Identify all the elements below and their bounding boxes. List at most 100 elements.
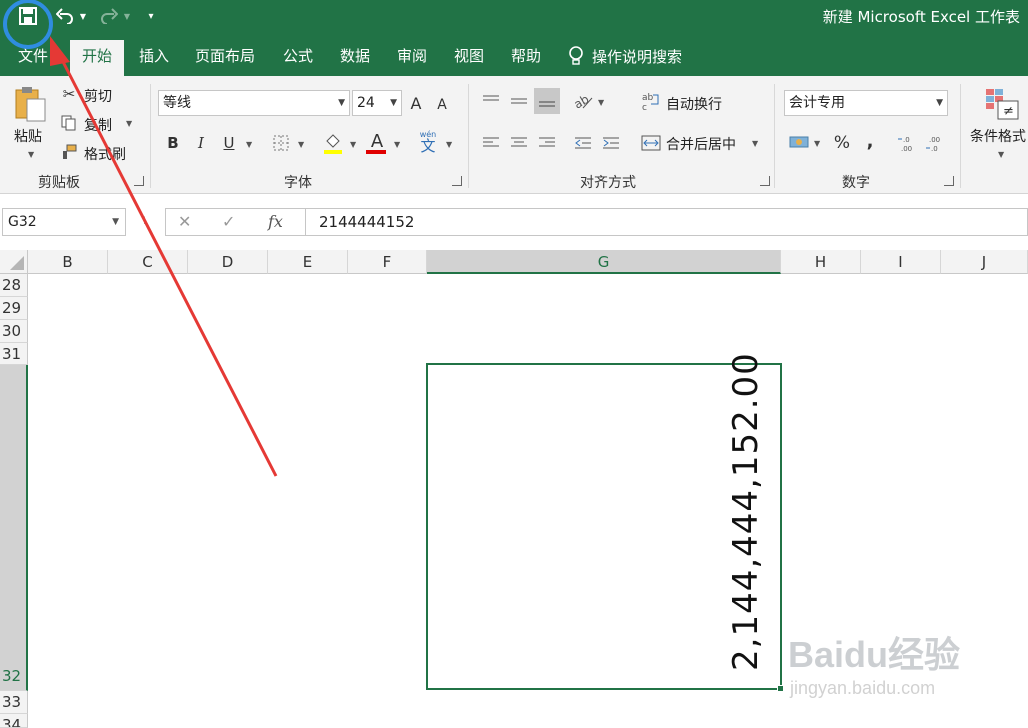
- paste-dropdown-icon[interactable]: ▼: [28, 150, 34, 159]
- align-center-icon[interactable]: [508, 132, 530, 154]
- grow-font-button[interactable]: A: [406, 92, 426, 114]
- svg-text:.00: .00: [901, 145, 912, 152]
- enter-icon[interactable]: ✓: [222, 209, 235, 235]
- name-box[interactable]: G32 ▼: [2, 208, 126, 236]
- phonetic-guide-button[interactable]: wén 文: [416, 128, 440, 156]
- font-color-dropdown-icon[interactable]: ▼: [394, 140, 400, 149]
- tab-data[interactable]: 数据: [328, 40, 382, 76]
- ribbon-separator: [150, 84, 151, 188]
- tab-page-layout[interactable]: 页面布局: [183, 40, 267, 76]
- svg-text:≠: ≠: [1003, 104, 1014, 119]
- formula-input[interactable]: 2144444152: [305, 208, 1028, 236]
- increase-decimal-icon[interactable]: .0.00: [896, 132, 920, 154]
- align-left-icon[interactable]: [480, 132, 502, 154]
- customize-quick-access-icon[interactable]: ▾: [144, 4, 158, 28]
- insert-function-icon[interactable]: fx: [268, 209, 283, 235]
- format-painter-icon[interactable]: [60, 142, 78, 162]
- format-painter-button[interactable]: 格式刷: [84, 144, 126, 164]
- increase-indent-icon[interactable]: [600, 132, 622, 154]
- phonetic-dropdown-icon[interactable]: ▼: [446, 140, 452, 149]
- row-header-28[interactable]: 28: [0, 274, 28, 297]
- cut-icon[interactable]: ✂: [60, 84, 78, 104]
- font-size-combo[interactable]: 24 ▼: [352, 90, 402, 116]
- tab-help[interactable]: 帮助: [499, 40, 553, 76]
- accounting-format-icon[interactable]: [788, 132, 810, 154]
- borders-dropdown-icon[interactable]: ▼: [298, 140, 304, 149]
- fill-handle[interactable]: [777, 685, 784, 692]
- bottom-align-icon[interactable]: [534, 88, 560, 114]
- clipboard-launcher-icon[interactable]: [134, 176, 144, 186]
- conditional-formatting-button[interactable]: 条件格式: [970, 126, 1026, 146]
- conditional-formatting-dropdown-icon[interactable]: ▼: [998, 150, 1004, 159]
- decrease-indent-icon[interactable]: [572, 132, 594, 154]
- align-right-icon[interactable]: [536, 132, 558, 154]
- column-header-c[interactable]: C: [108, 250, 188, 274]
- column-header-f[interactable]: F: [348, 250, 427, 274]
- fill-color-dropdown-icon[interactable]: ▼: [350, 140, 356, 149]
- undo-button[interactable]: [52, 4, 78, 28]
- font-name-combo[interactable]: 等线 ▼: [158, 90, 350, 116]
- copy-icon[interactable]: [60, 113, 78, 133]
- alignment-launcher-icon[interactable]: [760, 176, 770, 186]
- underline-dropdown-icon[interactable]: ▼: [246, 140, 252, 149]
- tab-insert[interactable]: 插入: [127, 40, 181, 76]
- excel-window: ▼ ▼ ▾ 新建 Microsoft Excel 工作表 文件 开始 插入 页面…: [0, 0, 1028, 728]
- column-header-h[interactable]: H: [781, 250, 861, 274]
- number-group-label: 数字: [842, 175, 870, 191]
- row-header-33[interactable]: 33: [0, 691, 28, 714]
- column-header-g[interactable]: G: [427, 250, 781, 274]
- row-header-30[interactable]: 30: [0, 320, 28, 343]
- font-launcher-icon[interactable]: [452, 176, 462, 186]
- select-all-corner[interactable]: [0, 250, 28, 274]
- merge-dropdown-icon[interactable]: ▼: [752, 139, 758, 148]
- orientation-icon[interactable]: ab: [572, 90, 594, 112]
- conditional-formatting-icon[interactable]: ≠: [982, 86, 1022, 124]
- italic-button[interactable]: I: [190, 132, 212, 154]
- tab-review[interactable]: 审阅: [385, 40, 439, 76]
- copy-dropdown-icon[interactable]: ▼: [126, 119, 132, 128]
- tell-me-search[interactable]: 操作说明搜索: [568, 40, 682, 72]
- decrease-decimal-icon[interactable]: .00.0: [924, 132, 948, 154]
- paste-icon[interactable]: [10, 84, 50, 124]
- ribbon-home: 粘贴 ▼ ✂ 剪切 复制 ▼ 格式刷 剪贴板 等线 ▼ 24 ▼ A A B I…: [0, 76, 1028, 194]
- paste-button-label[interactable]: 粘贴: [14, 126, 42, 146]
- bold-button[interactable]: B: [162, 132, 184, 154]
- tab-home[interactable]: 开始: [70, 40, 125, 76]
- tab-formulas[interactable]: 公式: [271, 40, 325, 76]
- column-header-b[interactable]: B: [28, 250, 108, 274]
- percent-button[interactable]: %: [830, 132, 854, 154]
- column-header-d[interactable]: D: [188, 250, 268, 274]
- redo-dropdown-icon[interactable]: ▼: [122, 4, 132, 28]
- comma-style-button[interactable]: ,: [860, 130, 880, 152]
- tab-view[interactable]: 视图: [442, 40, 496, 76]
- column-header-j[interactable]: J: [941, 250, 1028, 274]
- undo-dropdown-icon[interactable]: ▼: [78, 4, 88, 28]
- row-header-31[interactable]: 31: [0, 343, 28, 365]
- merge-center-icon[interactable]: [640, 132, 662, 154]
- top-align-icon[interactable]: [480, 90, 502, 112]
- copy-button[interactable]: 复制: [84, 115, 112, 135]
- fill-color-icon[interactable]: [322, 130, 344, 156]
- number-launcher-icon[interactable]: [944, 176, 954, 186]
- redo-button[interactable]: [96, 4, 122, 28]
- font-group-label: 字体: [284, 175, 312, 191]
- cancel-icon[interactable]: ✕: [178, 209, 191, 235]
- row-header-34[interactable]: 34: [0, 714, 28, 728]
- number-format-combo[interactable]: 会计专用 ▼: [784, 90, 948, 116]
- merge-center-button[interactable]: 合并后居中: [666, 134, 736, 154]
- shrink-font-button[interactable]: A: [432, 94, 452, 116]
- wrap-text-button[interactable]: 自动换行: [666, 94, 722, 114]
- row-header-32[interactable]: 32: [0, 365, 28, 691]
- row-header-29[interactable]: 29: [0, 297, 28, 320]
- borders-icon[interactable]: [270, 132, 292, 154]
- chevron-down-icon: ▼: [338, 98, 345, 108]
- wrap-text-icon[interactable]: ab c: [640, 90, 662, 112]
- underline-button[interactable]: U: [218, 132, 240, 154]
- accounting-dropdown-icon[interactable]: ▼: [814, 139, 820, 148]
- column-header-e[interactable]: E: [268, 250, 348, 274]
- formula-bar-grip-icon[interactable]: ⋮: [140, 216, 149, 230]
- cut-button[interactable]: 剪切: [84, 86, 112, 106]
- column-header-i[interactable]: I: [861, 250, 941, 274]
- orientation-dropdown-icon[interactable]: ▼: [598, 98, 604, 107]
- middle-align-icon[interactable]: [508, 90, 530, 112]
